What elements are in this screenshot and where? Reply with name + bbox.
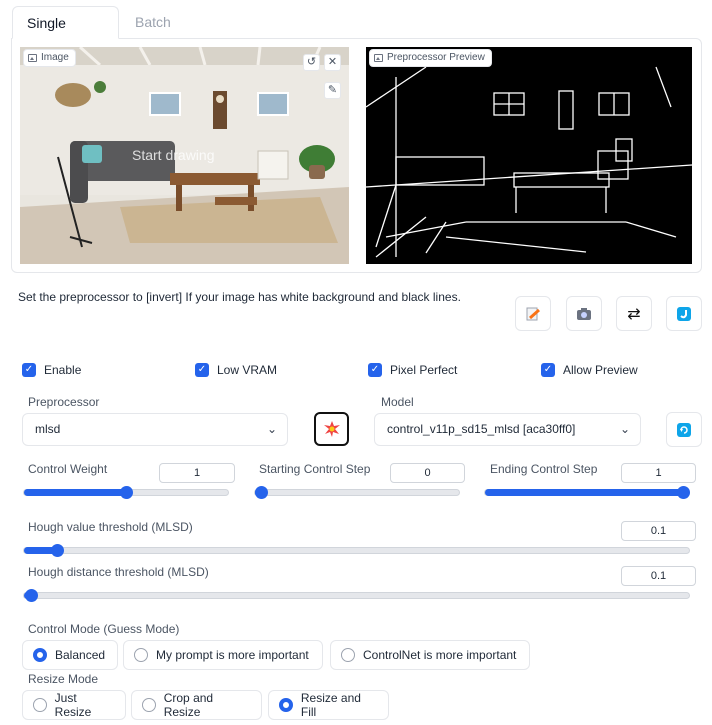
preview-label: Preprocessor Preview bbox=[369, 49, 492, 67]
refresh-icon bbox=[677, 422, 691, 437]
image-input[interactable]: Start drawing Image ↺ ✕ ✎ bbox=[20, 47, 349, 264]
tab-single-image[interactable]: Single Image bbox=[12, 6, 119, 64]
radio-dot bbox=[134, 648, 148, 662]
brush-icon[interactable]: ✎ bbox=[324, 82, 341, 99]
image-label: Image bbox=[23, 49, 76, 67]
line-preview-image bbox=[366, 47, 692, 264]
preprocessor-preview: Preprocessor Preview bbox=[366, 47, 692, 264]
model-value: control_v11p_sd15_mlsd [aca30ff0] bbox=[387, 422, 576, 436]
explosion-icon bbox=[323, 421, 340, 437]
radio-label: My prompt is more important bbox=[156, 648, 309, 662]
preprocessor-select[interactable]: mlsd ⌄ bbox=[22, 413, 288, 446]
preview-label-text: Preprocessor Preview bbox=[387, 52, 485, 63]
checkbox-check-icon: ✓ bbox=[195, 363, 209, 377]
ending-step-slider[interactable] bbox=[484, 486, 690, 499]
radio-dot bbox=[341, 648, 355, 662]
control-mode-balanced[interactable]: Balanced bbox=[22, 640, 118, 670]
starting-step-input[interactable]: 0 bbox=[390, 463, 465, 483]
checkbox-check-icon: ✓ bbox=[22, 363, 36, 377]
model-select[interactable]: control_v11p_sd15_mlsd [aca30ff0] ⌄ bbox=[374, 413, 641, 446]
image-icon bbox=[374, 54, 383, 62]
slider-fill bbox=[24, 489, 126, 496]
radio-dot bbox=[33, 648, 47, 662]
refresh-models-button[interactable] bbox=[666, 412, 702, 447]
image-icon bbox=[28, 54, 37, 62]
starting-step-slider[interactable] bbox=[254, 486, 460, 499]
control-mode-controlnet[interactable]: ControlNet is more important bbox=[330, 640, 530, 670]
run-preprocessor-button[interactable] bbox=[314, 412, 349, 446]
resize-mode-crop-and-resize[interactable]: Crop and Resize bbox=[131, 690, 262, 720]
checkbox-check-icon: ✓ bbox=[368, 363, 382, 377]
radio-label: ControlNet is more important bbox=[363, 648, 517, 662]
camera-button[interactable] bbox=[566, 296, 602, 331]
slider-thumb[interactable] bbox=[255, 486, 268, 499]
low-vram-label: Low VRAM bbox=[217, 363, 278, 377]
radio-dot bbox=[33, 698, 47, 712]
preprocessor-label: Preprocessor bbox=[28, 395, 100, 409]
slider-fill bbox=[485, 489, 683, 496]
close-icon[interactable]: ✕ bbox=[324, 54, 341, 71]
room-photo: Start drawing bbox=[20, 47, 349, 264]
swap-button[interactable]: ⇄ bbox=[616, 296, 652, 331]
edit-image-button[interactable] bbox=[515, 296, 551, 331]
swap-icon: ⇄ bbox=[627, 305, 641, 323]
info-text: Set the preprocessor to [invert] If your… bbox=[18, 290, 461, 304]
image-label-text: Image bbox=[41, 52, 69, 63]
hough-distance-input[interactable]: 0.1 bbox=[621, 566, 696, 586]
hough-distance-label: Hough distance threshold (MLSD) bbox=[28, 565, 209, 579]
control-weight-input[interactable]: 1 bbox=[159, 463, 235, 483]
radio-dot bbox=[142, 698, 156, 712]
send-dimensions-icon bbox=[677, 306, 691, 321]
tab-batch[interactable]: Batch bbox=[121, 6, 185, 39]
chevron-down-icon: ⌄ bbox=[619, 422, 630, 436]
send-dimensions-button[interactable] bbox=[666, 296, 702, 331]
preprocessor-value: mlsd bbox=[35, 422, 61, 436]
slider-thumb[interactable] bbox=[677, 486, 690, 499]
pixel-perfect-label: Pixel Perfect bbox=[390, 363, 458, 377]
pixel-perfect-checkbox[interactable]: ✓ Pixel Perfect bbox=[368, 363, 457, 377]
edit-image-icon bbox=[526, 307, 540, 320]
radio-label: Just Resize bbox=[54, 691, 92, 719]
ending-step-input[interactable]: 1 bbox=[621, 463, 696, 483]
allow-preview-label: Allow Preview bbox=[563, 363, 638, 377]
slider-thumb[interactable] bbox=[51, 544, 65, 557]
control-weight-slider[interactable] bbox=[23, 486, 229, 499]
checkbox-check-icon: ✓ bbox=[541, 363, 555, 377]
slider-thumb[interactable] bbox=[120, 486, 133, 499]
hough-distance-slider[interactable] bbox=[23, 589, 690, 602]
control-mode-prompt[interactable]: My prompt is more important bbox=[123, 640, 323, 670]
starting-step-label: Starting Control Step bbox=[259, 462, 371, 476]
radio-label: Resize and Fill bbox=[300, 691, 361, 719]
radio-dot bbox=[279, 698, 293, 712]
allow-preview-checkbox[interactable]: ✓ Allow Preview bbox=[541, 363, 638, 377]
camera-icon bbox=[577, 307, 591, 320]
hough-value-input[interactable]: 0.1 bbox=[621, 521, 696, 541]
model-label: Model bbox=[381, 395, 414, 409]
chevron-down-icon: ⌄ bbox=[266, 422, 277, 436]
resize-mode-resize-and-fill[interactable]: Resize and Fill bbox=[268, 690, 389, 720]
hough-value-slider[interactable] bbox=[23, 544, 690, 557]
enable-label: Enable bbox=[44, 363, 82, 377]
radio-label: Crop and Resize bbox=[163, 691, 214, 719]
radio-label: Balanced bbox=[55, 648, 106, 662]
hough-value-label: Hough value threshold (MLSD) bbox=[28, 520, 193, 534]
ending-step-label: Ending Control Step bbox=[490, 462, 598, 476]
start-drawing-overlay: Start drawing bbox=[132, 147, 214, 163]
slider-thumb[interactable] bbox=[24, 589, 38, 602]
undo-icon[interactable]: ↺ bbox=[303, 54, 320, 71]
control-weight-label: Control Weight bbox=[28, 462, 108, 476]
low-vram-checkbox[interactable]: ✓ Low VRAM bbox=[195, 363, 277, 377]
resize-mode-just-resize[interactable]: Just Resize bbox=[22, 690, 126, 720]
resize-mode-label: Resize Mode bbox=[28, 672, 99, 686]
control-mode-label: Control Mode (Guess Mode) bbox=[28, 622, 180, 636]
enable-checkbox[interactable]: ✓ Enable bbox=[22, 363, 81, 377]
